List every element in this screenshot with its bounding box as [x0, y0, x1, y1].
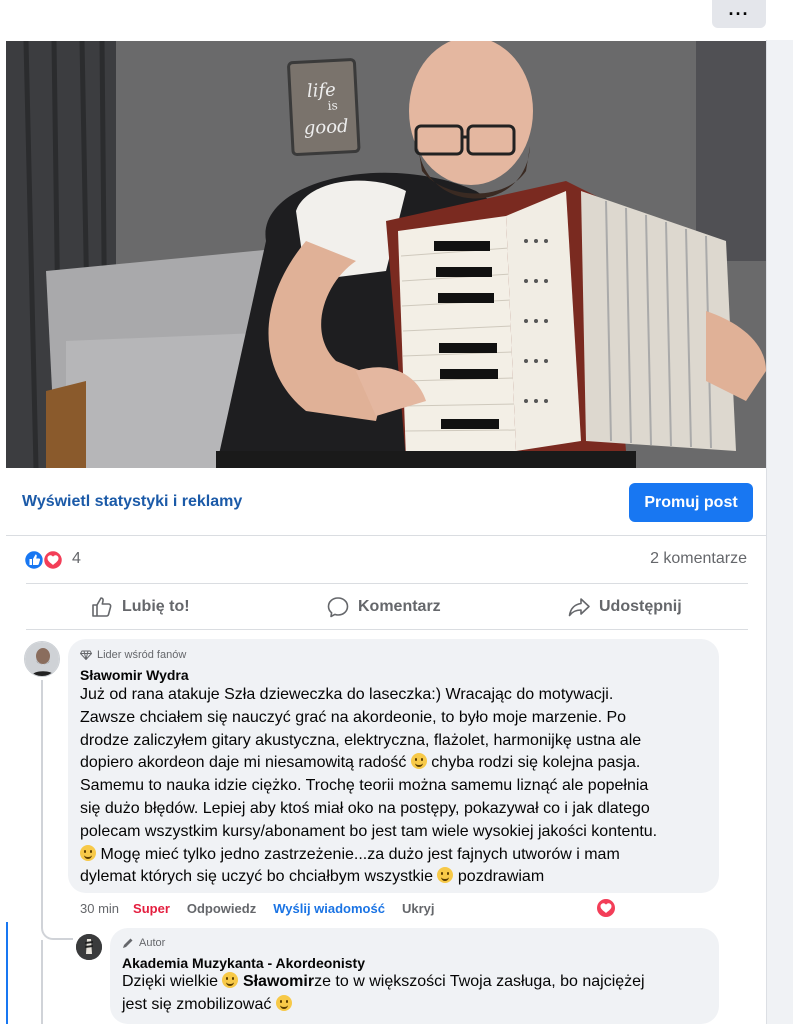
fan-badge: Lider wśród fanów — [80, 648, 707, 662]
avatar[interactable] — [76, 934, 102, 960]
reactions-summary: 4 2 komentarze — [6, 537, 766, 583]
send-message-link[interactable]: Wyślij wiadomość — [273, 901, 385, 916]
love-icon — [42, 550, 64, 570]
thread-connector — [41, 918, 73, 940]
pencil-icon — [123, 938, 133, 948]
more-options-button[interactable]: ··· — [712, 0, 766, 28]
hide-link[interactable]: Ukryj — [402, 901, 435, 916]
diamond-icon — [80, 650, 92, 660]
smile-emoji-icon — [410, 753, 427, 770]
svg-text:is: is — [327, 98, 338, 113]
avatar[interactable] — [24, 641, 60, 677]
more-options-icon: ··· — [728, 3, 750, 24]
highlight-bar — [6, 922, 8, 1024]
reaction-super-link[interactable]: Super — [133, 901, 170, 916]
comments-count[interactable]: 2 komentarze — [650, 550, 747, 568]
share-label: Udostępnij — [599, 598, 682, 615]
comment-text: Dzięki wielkie Sławomirze to w większośc… — [122, 972, 645, 1013]
post-actions: Lubię to! Komentarz Udostępnij — [26, 583, 748, 630]
thumbs-up-icon — [92, 597, 112, 617]
love-icon[interactable] — [596, 898, 616, 918]
comment-author[interactable]: Sławomir Wydra — [80, 667, 707, 683]
like-button[interactable]: Lubię to! — [90, 584, 190, 630]
post-video[interactable]: life is good — [6, 41, 766, 468]
page-avatar-image — [76, 934, 102, 960]
badge-label: Autor — [139, 937, 166, 949]
badge-label: Lider wśród fanów — [97, 649, 187, 661]
comment-text: Już od rana atakuje Szła dzieweczka do l… — [80, 686, 658, 886]
share-button[interactable]: Udostępnij — [567, 584, 682, 630]
thread-connector — [41, 680, 43, 920]
mention-link[interactable]: Sławomir — [243, 973, 314, 990]
share-arrow-icon — [568, 598, 590, 617]
promote-post-button[interactable]: Promuj post — [629, 483, 753, 522]
reaction-icons[interactable] — [24, 550, 68, 570]
view-insights-link[interactable]: Wyświetl statystyki i reklamy — [22, 493, 242, 511]
svg-text:good: good — [303, 116, 349, 139]
reaction-count[interactable]: 4 — [72, 550, 81, 568]
like-label: Lubię to! — [122, 598, 190, 615]
smirk-emoji-icon — [80, 844, 96, 861]
smile-emoji-icon — [275, 994, 292, 1011]
reply-link[interactable]: Odpowiedz — [187, 901, 256, 916]
comment-button[interactable]: Komentarz — [326, 584, 441, 630]
reply-bubble: Autor Akademia Muzykanta - Akordeonisty … — [110, 928, 719, 1024]
thread-connector — [41, 940, 43, 1024]
author-badge: Autor — [122, 936, 707, 950]
comment-meta: 30 min Super Odpowiedz Wyślij wiadomość … — [80, 899, 452, 917]
comment-bubble: Lider wśród fanów Sławomir Wydra Już od … — [68, 639, 719, 893]
commenter-avatar-image — [25, 642, 59, 676]
post-view: ··· life is good Wyświetl statystyki i r… — [0, 0, 793, 1024]
right-scroll-rail — [766, 40, 793, 1024]
post-stats-row: Wyświetl statystyki i reklamy Promuj pos… — [6, 470, 766, 536]
comment-label: Komentarz — [358, 598, 441, 615]
comment-bubble-icon — [327, 597, 349, 618]
comment-timestamp[interactable]: 30 min — [80, 901, 119, 916]
like-icon — [24, 550, 45, 570]
comment-author[interactable]: Akademia Muzykanta - Akordeonisty — [122, 955, 707, 971]
video-frame: life is good — [6, 41, 766, 468]
smile-emoji-icon — [222, 972, 239, 988]
smile-emoji-icon — [437, 867, 454, 884]
